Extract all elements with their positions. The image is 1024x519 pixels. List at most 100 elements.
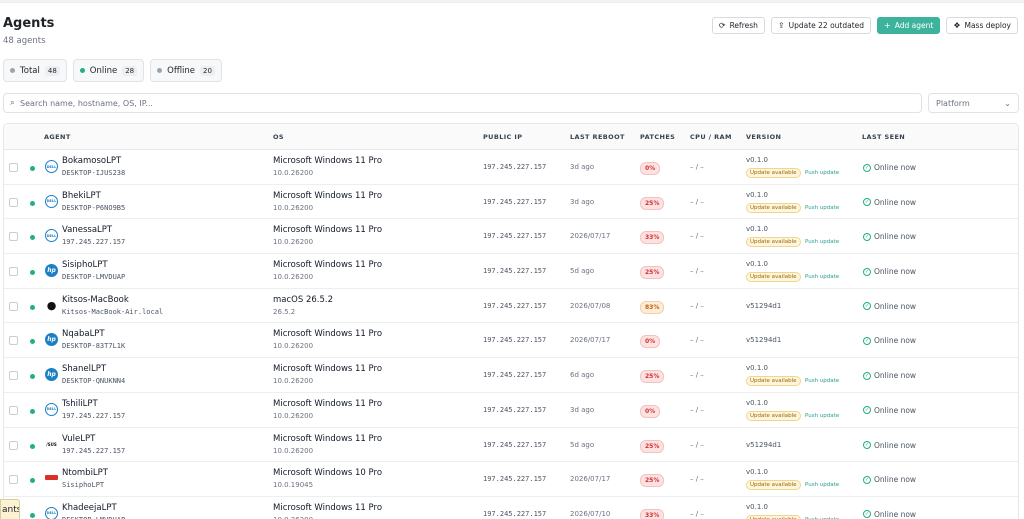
row-checkbox[interactable] <box>9 475 18 485</box>
agent-name[interactable]: VanessaLPT <box>62 225 112 235</box>
check-circle-icon: ✓ <box>863 232 871 241</box>
public-ip: 197.245.227.157 <box>483 440 547 449</box>
agent-name[interactable]: KhadeejaLPT <box>62 503 117 513</box>
row-checkbox[interactable] <box>9 440 18 450</box>
filter-offline[interactable]: Offline 20 <box>150 59 222 82</box>
agent-name[interactable]: VuleLPT <box>62 434 95 444</box>
last-seen-text: Online now <box>874 509 917 519</box>
table-row[interactable]: DELL BokamosoLPT DESKTOP-IJUS238 Microsoft … <box>4 150 1018 185</box>
column-header-os[interactable]: OS <box>273 133 284 141</box>
agent-hostname: 197.245.227.157 <box>62 411 126 420</box>
agents-table: AGENT OS PUBLIC IP LAST REBOOT PATCHES C… <box>3 123 1019 519</box>
table-row[interactable]: hp NqabaLPT DESKTOP-83T7L1K Microsoft Windo… <box>4 323 1018 359</box>
agent-name[interactable]: NtombiLPT <box>62 468 108 478</box>
table-row[interactable]: ● Kitsos-MacBook Kitsos-MacBook-Air.local m… <box>4 289 1018 324</box>
column-header-cpu-ram[interactable]: CPU / RAM <box>690 133 732 141</box>
column-header-patches[interactable]: PATCHES <box>640 133 675 141</box>
push-update-link[interactable]: Push update <box>805 205 839 211</box>
online-status-dot <box>30 512 35 518</box>
agent-name[interactable]: BhekiLPT <box>62 191 101 201</box>
cpu-ram: – / – <box>690 509 704 518</box>
asus-logo-icon: /SUS <box>46 441 57 447</box>
search-input[interactable] <box>20 98 915 108</box>
refresh-button[interactable]: ⟳ Refresh <box>711 17 765 34</box>
table-row[interactable]: /SUS VuleLPT 197.245.227.157 Microsoft Wind… <box>4 428 1018 463</box>
row-checkbox[interactable] <box>9 163 18 172</box>
online-status-dot <box>30 304 35 310</box>
table-row[interactable]: DELL BhekiLPT DESKTOP-P6NO9B5 Microsoft Win… <box>4 185 1018 220</box>
agent-name[interactable]: SisiphoLPT <box>62 260 108 270</box>
agent-name[interactable]: BokamosoLPT <box>62 156 121 166</box>
last-reboot: 3d ago <box>570 163 595 171</box>
last-reboot: 2026/07/17 <box>570 336 611 345</box>
push-update-link[interactable]: Push update <box>805 274 839 280</box>
page-title: Agents <box>3 16 55 31</box>
upload-icon: ⇪ <box>777 20 785 30</box>
agent-name[interactable]: TshiliLPT <box>62 399 98 409</box>
update-available-badge: Update available <box>746 410 801 421</box>
row-checkbox[interactable] <box>9 232 18 242</box>
filter-label: Offline <box>167 65 196 76</box>
row-checkbox[interactable] <box>9 267 18 277</box>
minimized-tab-label: ants <box>2 505 20 515</box>
column-header-agent[interactable]: AGENT <box>44 133 71 141</box>
last-seen: ✓ Online now <box>863 336 916 345</box>
filter-total[interactable]: Total 48 <box>3 59 67 82</box>
table-row[interactable]: NtombiLPT SisiphoLPT Microsoft Windows 10 … <box>4 462 1018 497</box>
table-row[interactable]: DELL TshiliLPT 197.245.227.157 Microsoft Wi… <box>4 393 1018 428</box>
check-circle-icon: ✓ <box>863 406 871 415</box>
filter-count: 28 <box>122 65 138 76</box>
column-header-last-seen[interactable]: LAST SEEN <box>862 133 905 141</box>
row-checkbox[interactable] <box>9 301 18 311</box>
filter-count: 48 <box>44 65 60 76</box>
patches-badge: 0% <box>640 404 661 418</box>
agent-name[interactable]: ShanelLPT <box>62 364 106 374</box>
version-text: v0.1.0 <box>746 260 768 269</box>
row-checkbox[interactable] <box>9 371 18 381</box>
push-update-link[interactable]: Push update <box>805 413 839 419</box>
column-header-version[interactable]: VERSION <box>746 133 781 141</box>
table-row[interactable]: hp ShanelLPT DESKTOP-QNUKNN4 Microsoft Wind… <box>4 358 1018 393</box>
add-agent-button[interactable]: + Add agent <box>877 17 941 34</box>
apple-logo-icon: ● <box>46 298 57 312</box>
patches-badge: 25% <box>640 196 665 210</box>
row-checkbox[interactable] <box>9 197 18 207</box>
os-name: macOS 26.5.2 <box>273 294 333 305</box>
push-update-link[interactable]: Push update <box>805 239 839 245</box>
agent-name[interactable]: NqabaLPT <box>62 329 105 339</box>
table-row[interactable]: DELLKhadeejaLPTDESKTOP-LMVDUAPMicrosoft … <box>4 497 1018 519</box>
filter-online[interactable]: Online 28 <box>72 59 145 82</box>
public-ip: 197.245.227.157 <box>483 301 547 310</box>
os-name: Microsoft Windows 11 Pro <box>273 156 383 166</box>
last-seen: ✓ Online now <box>863 510 916 519</box>
row-checkbox[interactable] <box>9 336 18 346</box>
column-header-last-reboot[interactable]: LAST REBOOT <box>570 133 625 141</box>
os-name: Microsoft Windows 10 Pro <box>273 468 383 479</box>
row-checkbox[interactable] <box>9 405 18 415</box>
os-version: 26.5.2 <box>273 307 296 316</box>
push-update-link[interactable]: Push update <box>805 378 839 384</box>
push-update-link[interactable]: Push update <box>805 170 839 176</box>
plus-icon: + <box>884 20 891 30</box>
version-text: v0.1.0 <box>746 364 768 373</box>
column-header-public-ip[interactable]: PUBLIC IP <box>483 133 522 141</box>
agent-hostname: SisiphoLPT <box>62 481 105 490</box>
agent-name[interactable]: Kitsos-MacBook <box>62 295 129 305</box>
online-status-dot <box>30 339 35 345</box>
table-row[interactable]: DELL VanessaLPT 197.245.227.157 Microsoft W… <box>4 219 1018 255</box>
os-name: Microsoft Windows 11 Pro <box>273 364 383 375</box>
last-reboot: 3d ago <box>570 405 595 414</box>
agent-hostname: DESKTOP-LMVDUAP <box>62 273 126 282</box>
mass-deploy-button[interactable]: ❖ Mass deploy <box>946 17 1018 34</box>
filter-label: Online <box>89 65 118 76</box>
refresh-icon: ⟳ <box>718 20 726 30</box>
minimized-tab[interactable]: ants <box>0 499 20 519</box>
push-update-link[interactable]: Push update <box>805 482 839 488</box>
platform-select[interactable]: Platform ⌄ <box>928 93 1019 113</box>
patches-badge: 0% <box>640 162 661 175</box>
page-header: Agents 48 agents <box>3 16 54 46</box>
update-outdated-button[interactable]: ⇪ Update 22 outdated <box>770 17 872 34</box>
hp-logo-icon: hp <box>45 264 58 278</box>
os-name: Microsoft Windows 11 Pro <box>273 329 383 340</box>
table-row[interactable]: hp SisiphoLPT DESKTOP-LMVDUAP Microsoft Win… <box>4 254 1018 289</box>
